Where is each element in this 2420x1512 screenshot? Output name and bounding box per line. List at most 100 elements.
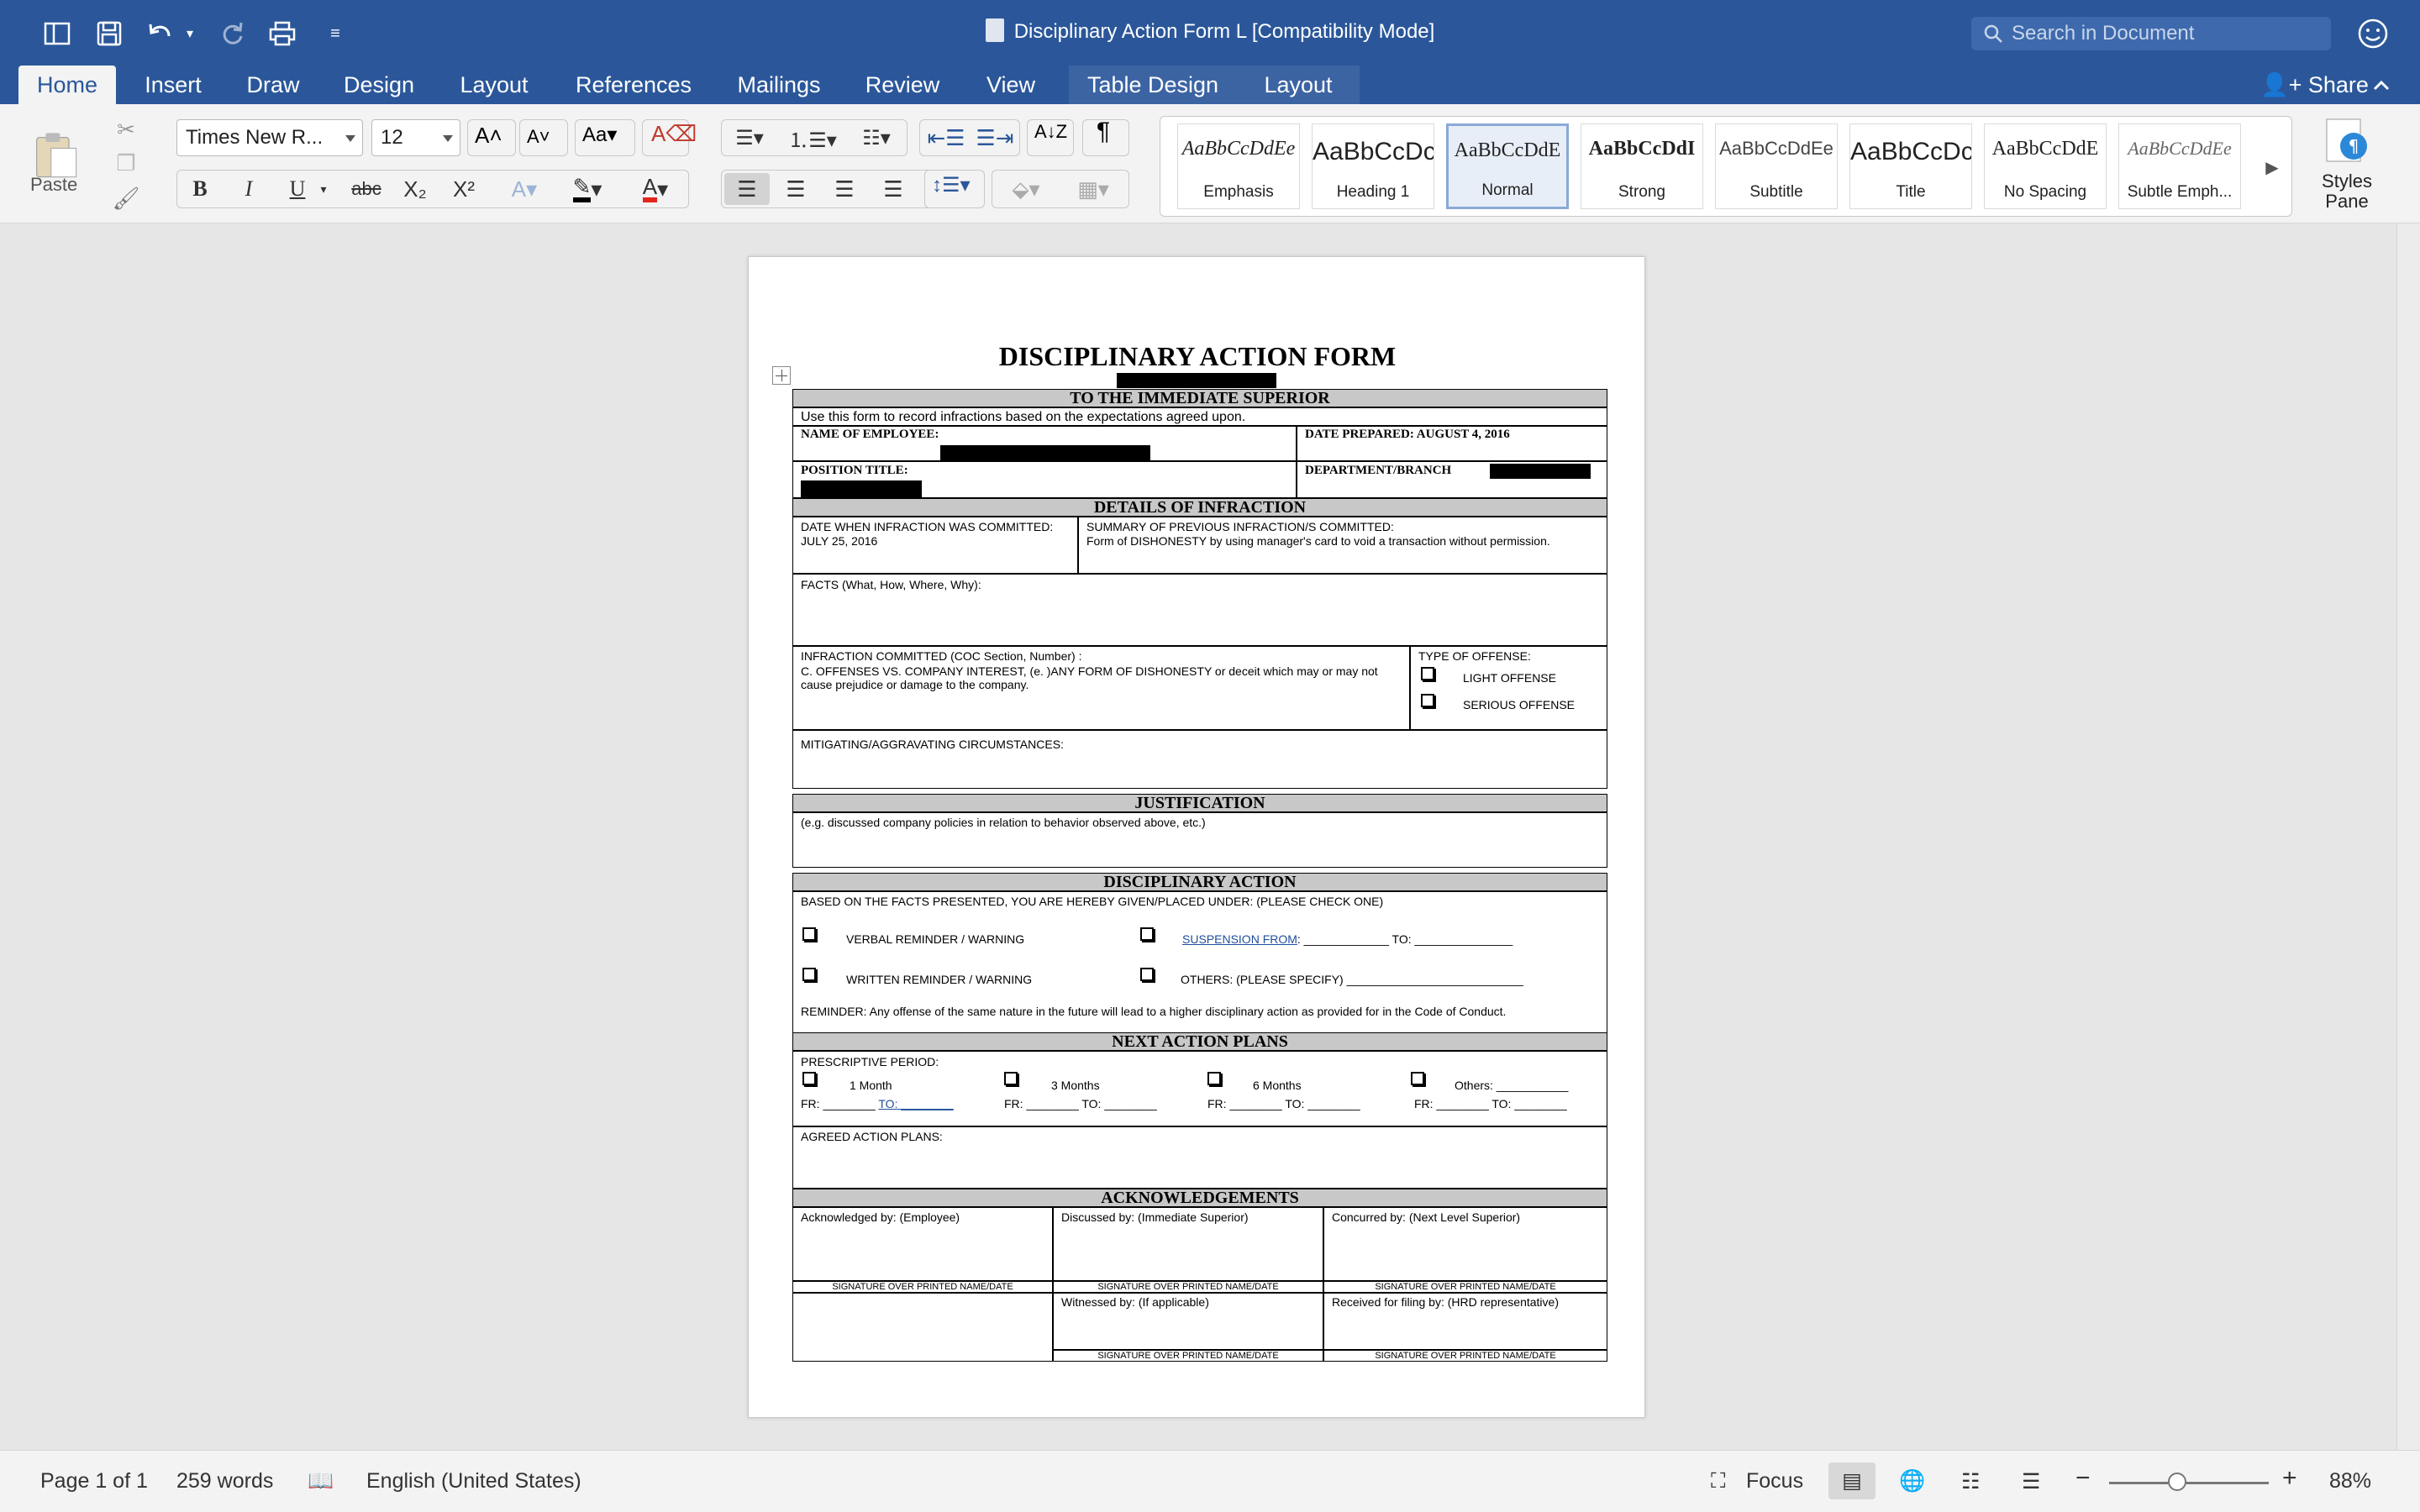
tab-design[interactable]: Design <box>333 66 425 104</box>
style-name: Heading 1 <box>1336 183 1410 201</box>
tab-table-design[interactable]: Table Design <box>1069 66 1237 104</box>
sort-button[interactable]: A↓Z <box>1027 119 1074 156</box>
grow-font-button[interactable]: A˄ <box>467 119 516 156</box>
style-subtitle[interactable]: AaBbCcDdEe Subtitle <box>1715 123 1838 209</box>
page-count[interactable]: Page 1 of 1 <box>40 1469 148 1494</box>
style-title[interactable]: AaBbCcDc Title <box>1849 123 1972 209</box>
tab-draw[interactable]: Draw <box>235 66 311 104</box>
justify-icon[interactable]: ☰ <box>871 173 916 205</box>
zoom-in-icon[interactable]: + <box>2282 1464 2297 1493</box>
zoom-level[interactable]: 88% <box>2329 1469 2371 1494</box>
feedback-smiley-icon[interactable] <box>2356 17 2390 50</box>
tab-table-layout[interactable]: Layout <box>1237 66 1360 104</box>
tab-layout[interactable]: Layout <box>447 66 541 104</box>
shading-icon[interactable]: ⬙▾ <box>995 173 1057 205</box>
shrink-font-button[interactable]: A˅ <box>519 119 568 156</box>
one-month-checkbox[interactable] <box>802 1072 816 1085</box>
search-input[interactable]: Search in Document <box>1971 17 2331 50</box>
tab-home[interactable]: Home <box>18 66 116 104</box>
six-months-checkbox[interactable] <box>1207 1072 1221 1085</box>
zoom-slider[interactable] <box>2109 1482 2269 1484</box>
style-heading-1[interactable]: AaBbCcDc Heading 1 <box>1312 123 1434 209</box>
suspension-checkbox[interactable] <box>1140 927 1154 941</box>
bold-button[interactable]: B <box>183 173 217 205</box>
share-button[interactable]: 👤+ Share <box>2260 66 2369 104</box>
borders-icon[interactable]: ▦▾ <box>1062 173 1124 205</box>
outline-view-icon[interactable]: ☷ <box>1961 1469 1980 1494</box>
style-emphasis[interactable]: AaBbCcDdEe Emphasis <box>1177 123 1300 209</box>
language-indicator[interactable]: English (United States) <box>366 1469 581 1494</box>
print-layout-icon[interactable]: ▤ <box>1828 1462 1876 1499</box>
tab-references[interactable]: References <box>563 66 704 104</box>
clear-formatting-button[interactable]: A⌫ <box>642 119 697 156</box>
section-header-details: DETAILS OF INFRACTION <box>792 498 1607 517</box>
align-center-icon[interactable]: ☰ <box>773 173 818 205</box>
format-painter-icon[interactable]: 🖌 <box>109 181 143 215</box>
reminder-text: REMINDER: Any offense of the same nature… <box>801 1005 1507 1018</box>
one-month-dates: FR: ________ TO: ________ <box>801 1097 954 1110</box>
line-spacing-button[interactable]: ↕☰▾ <box>924 170 985 208</box>
others-checkbox[interactable] <box>1140 968 1154 981</box>
multilevel-list-icon[interactable]: ☷▾ <box>847 121 906 155</box>
underline-button[interactable]: U <box>281 173 314 205</box>
style-sample: AaBbCcDdI <box>1588 138 1696 160</box>
focus-mode-icon[interactable]: ⛶ <box>1711 1469 1726 1494</box>
style-name: Strong <box>1618 183 1665 201</box>
table-move-handle-icon[interactable] <box>772 366 791 385</box>
style-no-spacing[interactable]: AaBbCcDdE No Spacing <box>1984 123 2107 209</box>
light-offense-checkbox[interactable] <box>1421 667 1434 680</box>
bullets-icon[interactable]: ☰▾ <box>724 121 775 155</box>
font-name-select[interactable]: Times New R... <box>176 119 363 156</box>
copy-icon[interactable]: ❐ <box>109 146 143 180</box>
strikethrough-button[interactable]: abc <box>348 173 385 205</box>
one-month-label: 1 Month <box>850 1079 892 1092</box>
written-warning-checkbox[interactable] <box>802 968 816 981</box>
tab-mailings[interactable]: Mailings <box>724 66 834 104</box>
style-strong[interactable]: AaBbCcDdI Strong <box>1581 123 1703 209</box>
signature-caption-received: SIGNATURE OVER PRINTED NAME/DATE <box>1375 1351 1556 1361</box>
show-marks-button[interactable]: ¶ <box>1082 119 1129 156</box>
signature-caption-employee: SIGNATURE OVER PRINTED NAME/DATE <box>832 1282 1013 1292</box>
styles-more-icon[interactable]: ▶ <box>2260 150 2285 184</box>
blank-cell[interactable] <box>792 1293 1053 1362</box>
focus-label[interactable]: Focus <box>1746 1469 1803 1494</box>
style-normal[interactable]: AaBbCcDdE Normal <box>1446 123 1569 209</box>
zoom-out-icon[interactable]: − <box>2075 1464 2091 1493</box>
decrease-indent-icon[interactable]: ⇤☰ <box>923 121 970 155</box>
tab-review[interactable]: Review <box>854 66 951 104</box>
draft-view-icon[interactable]: ☰ <box>2022 1469 2040 1494</box>
font-color-icon[interactable]: A ▾ <box>629 173 682 205</box>
cut-icon[interactable]: ✂ <box>109 113 143 146</box>
align-left-icon[interactable]: ☰ <box>724 173 770 205</box>
others-period-checkbox[interactable] <box>1411 1072 1424 1085</box>
subscript-button[interactable]: X₂ <box>397 173 434 205</box>
increase-indent-icon[interactable]: ☰⇥ <box>971 121 1018 155</box>
suspension-link[interactable]: SUSPENSION FROM <box>1182 932 1297 946</box>
one-month-to[interactable]: TO: ________ <box>878 1097 953 1110</box>
tab-view[interactable]: View <box>971 66 1050 104</box>
styles-pane-button[interactable]: ¶ Styles Pane <box>2301 116 2393 217</box>
word-count[interactable]: 259 words <box>176 1469 273 1494</box>
font-size-select[interactable]: 12 <box>371 119 460 156</box>
web-layout-icon[interactable]: 🌐 <box>1899 1469 1925 1494</box>
highlight-icon[interactable]: ✎ ▾ <box>561 173 613 205</box>
text-effects-icon[interactable]: A▾ <box>501 173 548 205</box>
zoom-slider-handle[interactable] <box>2168 1473 2186 1491</box>
align-right-icon[interactable]: ☰ <box>822 173 867 205</box>
three-months-checkbox[interactable] <box>1004 1072 1018 1085</box>
font-name-value: Times New R... <box>186 126 324 149</box>
document-page[interactable]: DISCIPLINARY ACTION FORM TO THE IMMEDIAT… <box>748 256 1645 1418</box>
collapse-ribbon-icon[interactable] <box>2371 76 2391 96</box>
change-case-button[interactable]: Aa▾ <box>575 119 635 156</box>
italic-button[interactable]: I <box>232 173 266 205</box>
superscript-button[interactable]: X² <box>445 173 482 205</box>
vertical-scrollbar[interactable] <box>2396 223 2420 1450</box>
signature-caption-witnessed: SIGNATURE OVER PRINTED NAME/DATE <box>1097 1351 1279 1361</box>
underline-dropdown-icon[interactable]: ▾ <box>316 173 331 205</box>
proofing-icon[interactable]: 📖 <box>308 1469 334 1494</box>
style-subtle-emphasis[interactable]: AaBbCcDdEe Subtle Emph... <box>2118 123 2241 209</box>
tab-insert[interactable]: Insert <box>131 66 215 104</box>
numbering-icon[interactable]: ⒈☰▾ <box>785 121 840 155</box>
serious-offense-checkbox[interactable] <box>1421 694 1434 707</box>
verbal-warning-checkbox[interactable] <box>802 927 816 941</box>
